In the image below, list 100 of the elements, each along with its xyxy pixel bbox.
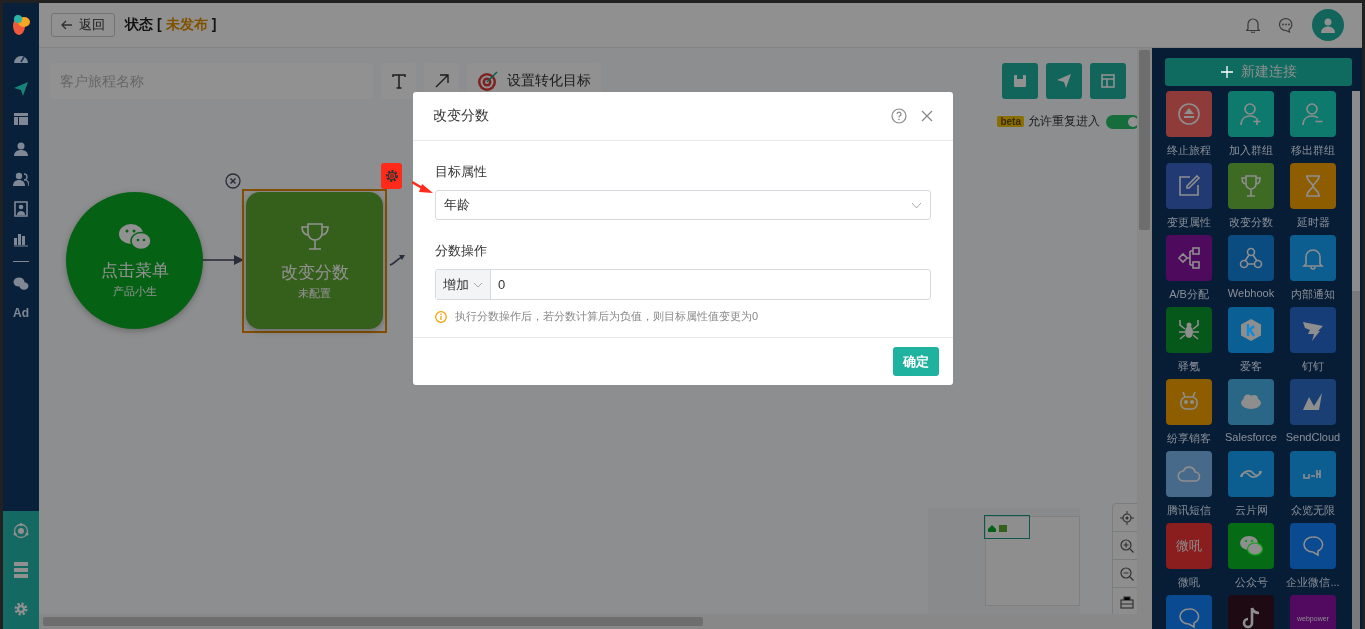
operation-select[interactable]: 增加 xyxy=(436,270,491,299)
tile-label: 微吼 xyxy=(1178,575,1200,590)
spider-icon xyxy=(1177,318,1201,342)
eject-icon xyxy=(1177,102,1201,126)
link-arrow-icon[interactable] xyxy=(389,254,405,266)
user-plus-icon xyxy=(1239,102,1263,126)
publish-button[interactable] xyxy=(1046,63,1082,99)
save-button[interactable] xyxy=(1002,63,1038,99)
connector-tile[interactable] xyxy=(1290,91,1336,137)
connector-tile[interactable]: 微吼 xyxy=(1166,523,1212,569)
minimap-nodes-drawing xyxy=(988,524,1008,532)
connector-tile[interactable] xyxy=(1166,595,1212,629)
tile-label: Webhook xyxy=(1227,287,1275,299)
tile-label: 爱客 xyxy=(1240,359,1262,374)
connector-tile[interactable] xyxy=(1228,595,1274,629)
connector-tile[interactable] xyxy=(1290,451,1336,497)
horizontal-scrollbar[interactable] xyxy=(39,614,1137,629)
chat-icon[interactable] xyxy=(1278,17,1294,33)
tile-label: 改变分数 xyxy=(1229,215,1273,230)
ad-nav-item[interactable]: Ad xyxy=(13,306,29,320)
user-minus-icon xyxy=(1301,102,1325,126)
connector-tile[interactable] xyxy=(1228,307,1274,353)
node-title: 改变分数 xyxy=(280,261,349,284)
save-icon xyxy=(1013,74,1027,88)
trophy-icon xyxy=(1239,174,1263,198)
tile-label: 钉钉 xyxy=(1302,359,1324,374)
tile-label: 变更属性 xyxy=(1167,215,1211,230)
tile-label: 纷享销客 xyxy=(1167,431,1211,446)
connector-tile[interactable] xyxy=(1290,307,1336,353)
tile-label: 公众号 xyxy=(1234,575,1268,590)
tile-label: 腾讯短信 xyxy=(1167,503,1211,518)
repeat-entry-toggle[interactable] xyxy=(1106,114,1140,129)
connector-tile[interactable] xyxy=(1290,523,1336,569)
user-icon[interactable] xyxy=(13,141,29,157)
trophy-icon xyxy=(298,220,331,253)
chat-bubble-icon xyxy=(1301,534,1325,558)
layout-button[interactable] xyxy=(1090,63,1126,99)
split-nodes-icon xyxy=(1177,246,1201,270)
connector-tile[interactable] xyxy=(1228,91,1274,137)
connector-tile[interactable] xyxy=(1290,163,1336,209)
node-subtitle: 未配置 xyxy=(298,285,331,301)
connector-tile[interactable] xyxy=(1166,379,1212,425)
connector-tile[interactable] xyxy=(1166,235,1212,281)
avatar[interactable] xyxy=(1312,9,1344,41)
connector-tile[interactable] xyxy=(1228,163,1274,209)
profile-card-icon[interactable] xyxy=(13,201,29,217)
wechat-icon xyxy=(1239,534,1263,558)
layout-icon[interactable] xyxy=(13,111,29,127)
connector-tile[interactable] xyxy=(1166,91,1212,137)
text-tool-button[interactable] xyxy=(381,63,416,99)
send-icon[interactable] xyxy=(13,81,29,97)
connector-tile[interactable] xyxy=(1228,235,1274,281)
panel-scrollbar[interactable] xyxy=(1352,91,1360,629)
hexagon-logo-icon xyxy=(1239,318,1263,342)
confirm-button[interactable]: 确定 xyxy=(893,347,939,376)
server-icon[interactable] xyxy=(14,562,28,578)
node-settings-button[interactable] xyxy=(381,163,402,189)
settings-icon xyxy=(384,169,399,183)
connector-tile[interactable] xyxy=(1166,163,1212,209)
webhook-icon xyxy=(1239,246,1263,270)
layout-icon xyxy=(1101,74,1115,88)
tile-label: 延时器 xyxy=(1296,215,1330,230)
tile-label: 云片网 xyxy=(1234,503,1268,518)
crosshair-icon xyxy=(1120,510,1134,525)
close-icon[interactable] xyxy=(921,110,933,122)
target-attribute-select[interactable]: 年龄 xyxy=(435,190,931,220)
users-icon[interactable] xyxy=(13,171,29,187)
wechat-icon xyxy=(117,222,152,251)
tile-label: A/B分配 xyxy=(1169,287,1209,302)
beta-badge: beta xyxy=(997,116,1024,127)
wechat-icon[interactable] xyxy=(13,276,29,292)
hub-icon[interactable] xyxy=(13,522,29,539)
trigger-node[interactable]: 点击菜单 产品小生 xyxy=(66,192,203,329)
connector-tile[interactable] xyxy=(1228,451,1274,497)
connector-tile[interactable] xyxy=(1290,379,1336,425)
field-label: 分数操作 xyxy=(435,242,488,260)
action-node[interactable]: 改变分数 未配置 xyxy=(246,192,383,329)
edit-icon xyxy=(1177,174,1201,198)
node-subtitle: 产品小生 xyxy=(112,283,157,299)
connector-tile[interactable] xyxy=(1228,379,1274,425)
connector-tile[interactable] xyxy=(1228,523,1274,569)
connector-arrow xyxy=(203,254,245,266)
close-circle-icon[interactable] xyxy=(225,173,241,189)
field-label: 目标属性 xyxy=(435,163,488,181)
settings-icon[interactable] xyxy=(13,601,29,618)
bar-chart-icon[interactable] xyxy=(13,231,29,247)
connector-tile[interactable] xyxy=(1290,235,1336,281)
score-field[interactable]: 增加 0 xyxy=(435,269,931,300)
bracket: ] xyxy=(211,16,217,34)
vertical-scrollbar[interactable] xyxy=(1137,48,1152,629)
help-icon[interactable] xyxy=(891,108,907,124)
logo-icon[interactable] xyxy=(11,13,31,37)
bracket: [ xyxy=(157,16,162,34)
zoom-in-icon xyxy=(1120,538,1134,553)
hint-text: 执行分数操作后，若分数计算后为负值，则目标属性值变更为0 xyxy=(455,309,759,324)
tile-label: Salesforce xyxy=(1225,431,1277,443)
back-button[interactable]: 返回 xyxy=(51,13,115,37)
connector-tile[interactable] xyxy=(1166,451,1212,497)
connector-tile[interactable] xyxy=(1166,307,1212,353)
bell-icon[interactable] xyxy=(1246,17,1260,33)
